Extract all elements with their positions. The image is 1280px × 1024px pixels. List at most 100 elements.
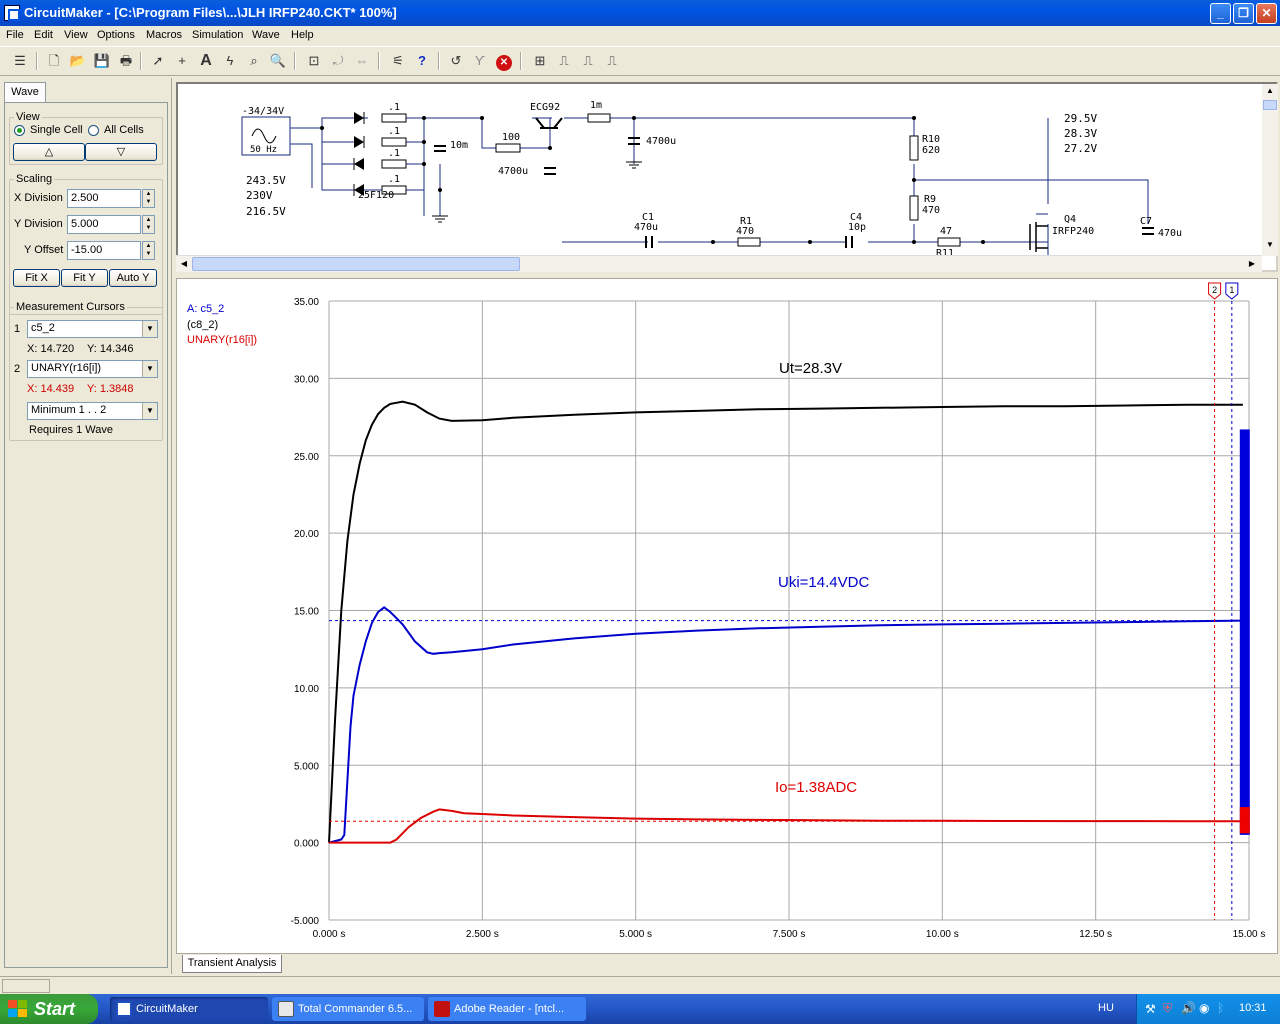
schematic-horizontal-scrollbar[interactable]: ◀ ▶ [176, 255, 1262, 272]
resistors[interactable] [381, 113, 961, 247]
y-offset-spinner[interactable]: ▲ ▼ [142, 241, 155, 260]
output-voltage-nominal: 28.3V [1064, 127, 1097, 140]
task-total-commander[interactable]: Total Commander 6.5... [272, 997, 424, 1021]
waveform-icon[interactable]: ⎍ [554, 51, 574, 71]
restore-button[interactable]: ❐ [1233, 3, 1254, 24]
horizontal-scroll-thumb[interactable] [192, 257, 520, 271]
new-file-icon[interactable]: 🗋 [44, 51, 64, 71]
mains-voltage-nominal: 230V [246, 189, 273, 202]
adobe-reader-icon [434, 1001, 450, 1017]
menu-file[interactable]: File [6, 29, 24, 41]
wire-tool-icon[interactable]: + [172, 51, 192, 71]
vertical-scroll-thumb[interactable] [1263, 100, 1277, 110]
print-icon[interactable]: 🖶 [116, 51, 136, 71]
text-tool-icon[interactable]: A [196, 51, 216, 71]
probe-tool-icon[interactable]: ⌕ [244, 51, 264, 71]
annotation-ut: Ut=28.3V [779, 360, 842, 377]
toolbar-separator [36, 52, 38, 70]
task-label: CircuitMaker [136, 1003, 198, 1015]
toolbar-separator [520, 52, 522, 70]
x-division-input[interactable]: 2.500 [67, 189, 141, 208]
arrow-tool-icon[interactable]: ➚ [148, 51, 168, 71]
network-icon[interactable]: ⚒ [1145, 1002, 1156, 1016]
cursor-1-flag[interactable]: 1 [1225, 282, 1239, 300]
display-icon[interactable]: ◉ [1199, 1001, 1209, 1015]
waveform-split-icon[interactable]: ⎍ [602, 51, 622, 71]
measurement-function-select[interactable]: Minimum 1 . . 2 ▼ [27, 402, 158, 420]
minimize-button[interactable]: _ [1210, 3, 1231, 24]
y-tick-label: 30.00 [294, 374, 319, 385]
x-division-spinner[interactable]: ▲ ▼ [142, 189, 155, 208]
help-icon[interactable]: ? [412, 51, 432, 71]
scroll-down-icon[interactable]: ▼ [1263, 240, 1277, 254]
all-cells-radio[interactable] [88, 125, 99, 136]
single-cell-label: Single Cell [30, 124, 83, 136]
trace-icon[interactable]: Ƴ [470, 51, 490, 71]
menu-options[interactable]: Options [97, 29, 135, 41]
cursor-2-number: 2 [14, 363, 21, 375]
transistor-ecg92[interactable] [535, 117, 563, 129]
reset-icon[interactable]: ↺ [446, 51, 466, 71]
menu-help[interactable]: Help [291, 29, 314, 41]
fit-y-button[interactable]: Fit Y [61, 269, 108, 287]
menu-simulation[interactable]: Simulation [192, 29, 243, 41]
zoom-tool-icon[interactable]: 🔍 [268, 51, 288, 71]
capacitors[interactable] [434, 137, 1154, 248]
digital-icon[interactable]: ⚟ [388, 51, 408, 71]
y-offset-input[interactable]: -15.00 [67, 241, 141, 260]
zap-tool-icon[interactable]: ϟ [220, 51, 240, 71]
requires-wave-note: Requires 1 Wave [29, 424, 113, 436]
language-indicator[interactable]: HU [1098, 1002, 1114, 1014]
waveform-view[interactable]: 35.00 30.00 25.00 20.00 15.00 10.00 5.000 0.000… [176, 278, 1278, 954]
mirror-icon[interactable]: ⇔ [352, 51, 372, 71]
chart-grid [328, 300, 1250, 921]
menu-view[interactable]: View [64, 29, 88, 41]
rotate-icon[interactable]: ⤾ [328, 51, 348, 71]
save-icon[interactable]: 💾 [92, 51, 112, 71]
single-cell-radio[interactable] [14, 125, 25, 136]
task-adobe-reader[interactable]: Adobe Reader - [ntcl... [428, 997, 586, 1021]
cell-down-button[interactable]: ▽ [85, 143, 157, 161]
source-voltage-label: -34/34V [242, 106, 284, 117]
chart-window-icon[interactable]: ⊞ [530, 51, 550, 71]
menu-wave[interactable]: Wave [252, 29, 280, 41]
menu-macros[interactable]: Macros [146, 29, 182, 41]
window-title: CircuitMaker - [C:\Program Files\...\JLH… [24, 5, 397, 20]
c4-value: 10p [848, 222, 866, 233]
scroll-up-icon[interactable]: ▲ [1263, 86, 1277, 100]
volume-icon[interactable]: 🔊 [1181, 1001, 1196, 1015]
cursor-2-select[interactable]: UNARY(r16[i]) ▼ [27, 360, 158, 378]
tab-wave[interactable]: Wave [4, 82, 46, 102]
close-button[interactable]: ✕ [1256, 3, 1277, 24]
rectifier-diodes[interactable] [353, 112, 365, 196]
cell-up-button[interactable]: △ [13, 143, 85, 161]
fit-x-button[interactable]: Fit X [13, 269, 60, 287]
y-division-spinner[interactable]: ▲ ▼ [142, 215, 155, 234]
auto-y-button[interactable]: Auto Y [109, 269, 157, 287]
x-tick-label: 5.000 s [619, 929, 652, 940]
mosfet-q4[interactable] [1029, 222, 1048, 252]
schematic-vertical-scrollbar[interactable]: ▲ ▼ [1262, 84, 1278, 256]
cursor-2-flag[interactable]: 2 [1208, 282, 1222, 300]
q4-value: IRFP240 [1052, 226, 1094, 237]
task-circuitmaker[interactable]: CircuitMaker [110, 997, 268, 1021]
zoom-fit-icon[interactable]: ⊡ [304, 51, 324, 71]
menu-edit[interactable]: Edit [34, 29, 53, 41]
start-button[interactable]: Start [0, 994, 98, 1024]
open-folder-icon[interactable]: 📂 [68, 51, 88, 71]
scroll-right-icon[interactable]: ▶ [1246, 258, 1258, 270]
scroll-left-icon[interactable]: ◀ [178, 258, 190, 270]
schematic-wires [290, 117, 1149, 256]
waveform-multi-icon[interactable]: ⎍ [578, 51, 598, 71]
schematic-view[interactable]: -34/34V 50 Hz 243.5V 230V 216.5V 25F120 … [176, 82, 1278, 272]
tab-transient-analysis[interactable]: Transient Analysis [182, 955, 282, 973]
mains-voltage-low: 216.5V [246, 205, 286, 218]
r9-value: 470 [922, 205, 940, 216]
bluetooth-icon[interactable]: ᛒ [1217, 1001, 1224, 1015]
cursor-1-select[interactable]: c5_2 ▼ [27, 320, 158, 338]
panel-toggle-icon[interactable]: ☰ [10, 51, 30, 71]
security-shield-icon[interactable]: ⛨ [1163, 1001, 1172, 1016]
y-division-input[interactable]: 5.000 [67, 215, 141, 234]
stop-icon[interactable]: ✕ [494, 51, 514, 71]
app-icon[interactable] [4, 5, 20, 21]
